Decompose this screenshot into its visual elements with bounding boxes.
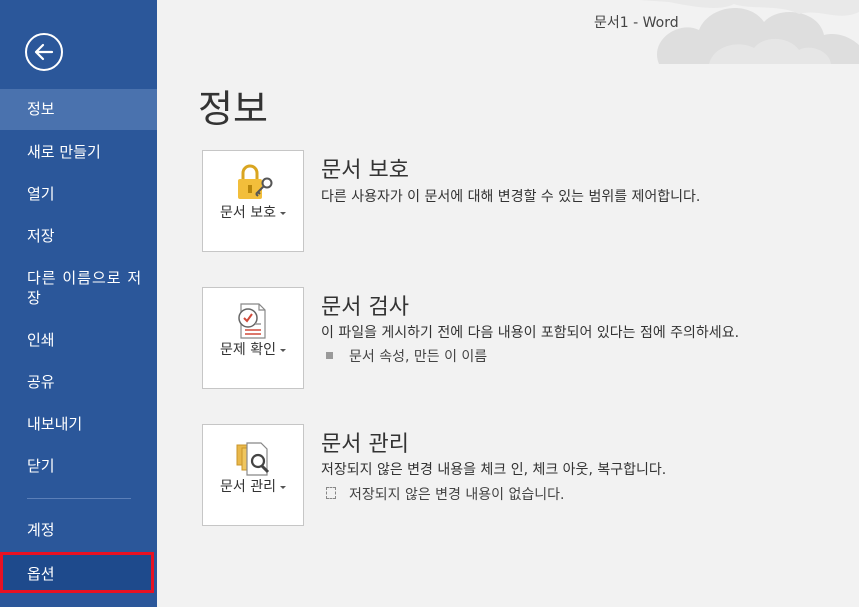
backstage-sidebar: 정보 새로 만들기 열기 저장 다른 이름으로 저장 인쇄 공유 내보내기 닫기… [0,0,157,607]
sidebar-item-label: 인쇄 [27,331,55,349]
manage-document-icon [236,442,270,476]
sidebar-item-label: 내보내기 [27,415,83,433]
manage-document-button-label: 문서 관리 [203,477,303,497]
sidebar-item-export[interactable]: 내보내기 [0,414,157,434]
manage-document-desc: 저장되지 않은 변경 내용을 체크 인, 체크 아웃, 복구합니다. [321,462,667,478]
word-backstage: 정보 새로 만들기 열기 저장 다른 이름으로 저장 인쇄 공유 내보내기 닫기… [0,0,859,607]
dropdown-caret-icon [279,211,286,215]
title-bar-clouds-decoration [639,0,859,64]
inspect-document-desc: 이 파일을 게시하기 전에 다음 내용이 포함되어 있다는 점에 주의하세요. [321,325,740,341]
sidebar-item-label: 저장 [27,227,55,245]
protect-document-title: 문서 보호 [321,158,409,183]
sidebar-item-save[interactable]: 저장 [0,226,157,246]
protect-document-desc: 다른 사용자가 이 문서에 대해 변경할 수 있는 범위를 제어합니다. [321,189,701,205]
sidebar-item-label: 닫기 [27,457,55,475]
sidebar-item-label: 다른 이름으로 저장 [27,269,143,307]
sidebar-item-close[interactable]: 닫기 [0,456,157,476]
sidebar-item-print[interactable]: 인쇄 [0,330,157,350]
sidebar-item-label: 새로 만들기 [27,143,101,161]
manage-document-title: 문서 관리 [321,432,409,457]
dropdown-caret-icon [279,485,286,489]
window-title: 문서1 - Word [594,15,679,31]
sidebar-item-share[interactable]: 공유 [0,372,157,392]
document-icon [326,487,336,499]
manage-document-button[interactable]: 문서 관리 [202,424,304,526]
sidebar-item-label: 옵션 [27,565,55,583]
arrow-left-icon [34,43,54,61]
check-for-issues-button[interactable]: 문제 확인 [202,287,304,389]
sidebar-item-account[interactable]: 계정 [0,520,157,540]
bullet-square-icon [326,351,333,359]
lock-key-icon [238,164,273,199]
sidebar-item-open[interactable]: 열기 [0,184,157,204]
sidebar-item-new[interactable]: 새로 만들기 [0,142,157,162]
sidebar-item-label: 계정 [27,521,55,539]
sidebar-item-label: 정보 [27,100,55,118]
protect-document-button[interactable]: 문서 보호 [202,150,304,252]
inspect-document-title: 문서 검사 [321,295,409,320]
dropdown-caret-icon [279,348,286,352]
sidebar-divider [27,498,131,499]
protect-document-button-label: 문서 보호 [203,203,303,223]
page-title: 정보 [198,87,268,131]
back-button[interactable] [25,33,63,71]
check-for-issues-button-label: 문제 확인 [203,340,303,360]
sidebar-item-save-as[interactable]: 다른 이름으로 저장 [0,268,157,308]
sidebar-item-label: 열기 [27,185,55,203]
inspect-document-icon [238,303,266,339]
sidebar-item-label: 공유 [27,373,55,391]
inspect-document-item: 문서 속성, 만든 이 이름 [326,346,487,366]
sidebar-item-info[interactable]: 정보 [0,89,157,130]
sidebar-item-options[interactable]: 옵션 [0,552,154,593]
manage-document-item: 저장되지 않은 변경 내용이 없습니다. [326,484,564,504]
